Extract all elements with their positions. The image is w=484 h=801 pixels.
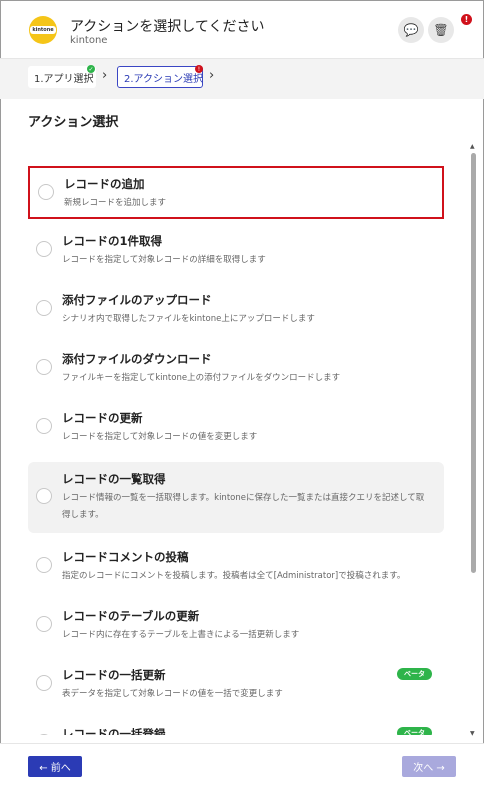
radio-button[interactable] bbox=[36, 557, 52, 573]
action-description: 新規レコードを追加します bbox=[64, 198, 167, 208]
radio-button[interactable] bbox=[36, 616, 52, 632]
step-breadcrumb: 1.アプリ選択 ✓ › 2.アクション選択 ! › bbox=[0, 58, 484, 99]
action-item[interactable]: 添付ファイルのアップロード シナリオ内で取得したファイルをkintone上にアッ… bbox=[28, 285, 444, 335]
scroll-up-icon[interactable]: ▲ bbox=[470, 143, 475, 150]
scroll-down-icon[interactable]: ▼ bbox=[470, 730, 475, 737]
action-list: レコードの追加 新規レコードを追加します レコードの1件取得 レコードを指定して… bbox=[0, 150, 468, 735]
radio-button[interactable] bbox=[36, 488, 52, 504]
radio-button[interactable] bbox=[38, 184, 54, 200]
beta-badge: ベータ bbox=[397, 668, 432, 680]
action-title: レコードのテーブルの更新 bbox=[62, 609, 200, 623]
trash-icon[interactable]: 🗑 bbox=[428, 17, 454, 43]
action-title: 添付ファイルのアップロード bbox=[62, 293, 212, 307]
chevron-right-icon: › bbox=[209, 68, 215, 83]
action-item[interactable]: レコードの一覧取得 レコード情報の一覧を一括取得します。kintoneに保存した… bbox=[28, 462, 444, 533]
radio-button[interactable] bbox=[36, 241, 52, 257]
action-description: レコードを指定して対象レコードの値を変更します bbox=[62, 432, 258, 442]
check-icon: ✓ bbox=[87, 65, 95, 73]
action-item[interactable]: レコードの一括登録 ベータ bbox=[28, 719, 444, 735]
beta-badge: ベータ bbox=[397, 727, 432, 735]
radio-button[interactable] bbox=[36, 734, 52, 735]
header: kintone アクションを選択してください kintone 💬 🗑 ! bbox=[0, 0, 484, 58]
step-action-select[interactable]: 2.アクション選択 bbox=[117, 66, 203, 88]
action-description: レコードを指定して対象レコードの詳細を取得します bbox=[62, 255, 266, 265]
action-title: 添付ファイルのダウンロード bbox=[62, 352, 212, 366]
radio-button[interactable] bbox=[36, 675, 52, 691]
action-title: レコードの追加 bbox=[64, 177, 145, 191]
step-app-select[interactable]: 1.アプリ選択 bbox=[28, 66, 96, 88]
action-item[interactable]: レコードの一括更新 ベータ 表データを指定して対象レコードの値を一括で変更します bbox=[28, 660, 444, 710]
action-title: レコードの一覧取得 bbox=[62, 472, 166, 486]
action-item[interactable]: レコードコメントの投稿 指定のレコードにコメントを投稿します。投稿者は全て[Ad… bbox=[28, 542, 444, 592]
action-description: 指定のレコードにコメントを投稿します。投稿者は全て[Administrator]… bbox=[62, 571, 406, 581]
action-item[interactable]: 添付ファイルのダウンロード ファイルキーを指定してkintone上の添付ファイル… bbox=[28, 344, 444, 394]
action-title: レコードの一括登録 bbox=[62, 727, 166, 735]
action-title: レコードの一括更新 bbox=[62, 668, 166, 682]
action-title: レコードコメントの投稿 bbox=[62, 550, 189, 564]
action-title: レコードの1件取得 bbox=[62, 234, 163, 248]
action-description: レコード内に存在するテーブルを上書きによる一括更新します bbox=[62, 630, 300, 640]
prev-button[interactable]: ← 前へ bbox=[28, 756, 82, 777]
action-item[interactable]: レコードの追加 新規レコードを追加します bbox=[28, 166, 444, 219]
action-item[interactable]: レコードのテーブルの更新 レコード内に存在するテーブルを上書きによる一括更新しま… bbox=[28, 601, 444, 651]
alert-icon: ! bbox=[461, 14, 472, 25]
radio-button[interactable] bbox=[36, 418, 52, 434]
action-title: レコードの更新 bbox=[62, 411, 143, 425]
footer: ← 前へ 次へ → bbox=[0, 743, 484, 801]
next-button[interactable]: 次へ → bbox=[402, 756, 456, 777]
chat-icon[interactable]: 💬 bbox=[398, 17, 424, 43]
page-title: アクションを選択してください bbox=[70, 19, 265, 35]
scrollbar-thumb[interactable] bbox=[471, 153, 476, 573]
action-item[interactable]: レコードの更新 レコードを指定して対象レコードの値を変更します bbox=[28, 403, 444, 453]
action-description: レコード情報の一覧を一括取得します。kintoneに保存した一覧または直接クエリ… bbox=[62, 493, 425, 520]
action-description: 表データを指定して対象レコードの値を一括で変更します bbox=[62, 689, 283, 699]
chevron-right-icon: › bbox=[102, 68, 108, 83]
action-description: ファイルキーを指定してkintone上の添付ファイルをダウンロードします bbox=[62, 373, 341, 383]
radio-button[interactable] bbox=[36, 359, 52, 375]
action-item[interactable]: レコードの1件取得 レコードを指定して対象レコードの詳細を取得します bbox=[28, 226, 444, 276]
kintone-logo: kintone bbox=[29, 16, 57, 44]
scrollbar[interactable]: ▲ ▼ bbox=[470, 143, 477, 737]
alert-icon: ! bbox=[195, 65, 203, 73]
section-title: アクション選択 bbox=[28, 115, 119, 130]
radio-button[interactable] bbox=[36, 300, 52, 316]
page-subtitle: kintone bbox=[70, 35, 108, 46]
action-description: シナリオ内で取得したファイルをkintone上にアップロードします bbox=[62, 314, 315, 324]
